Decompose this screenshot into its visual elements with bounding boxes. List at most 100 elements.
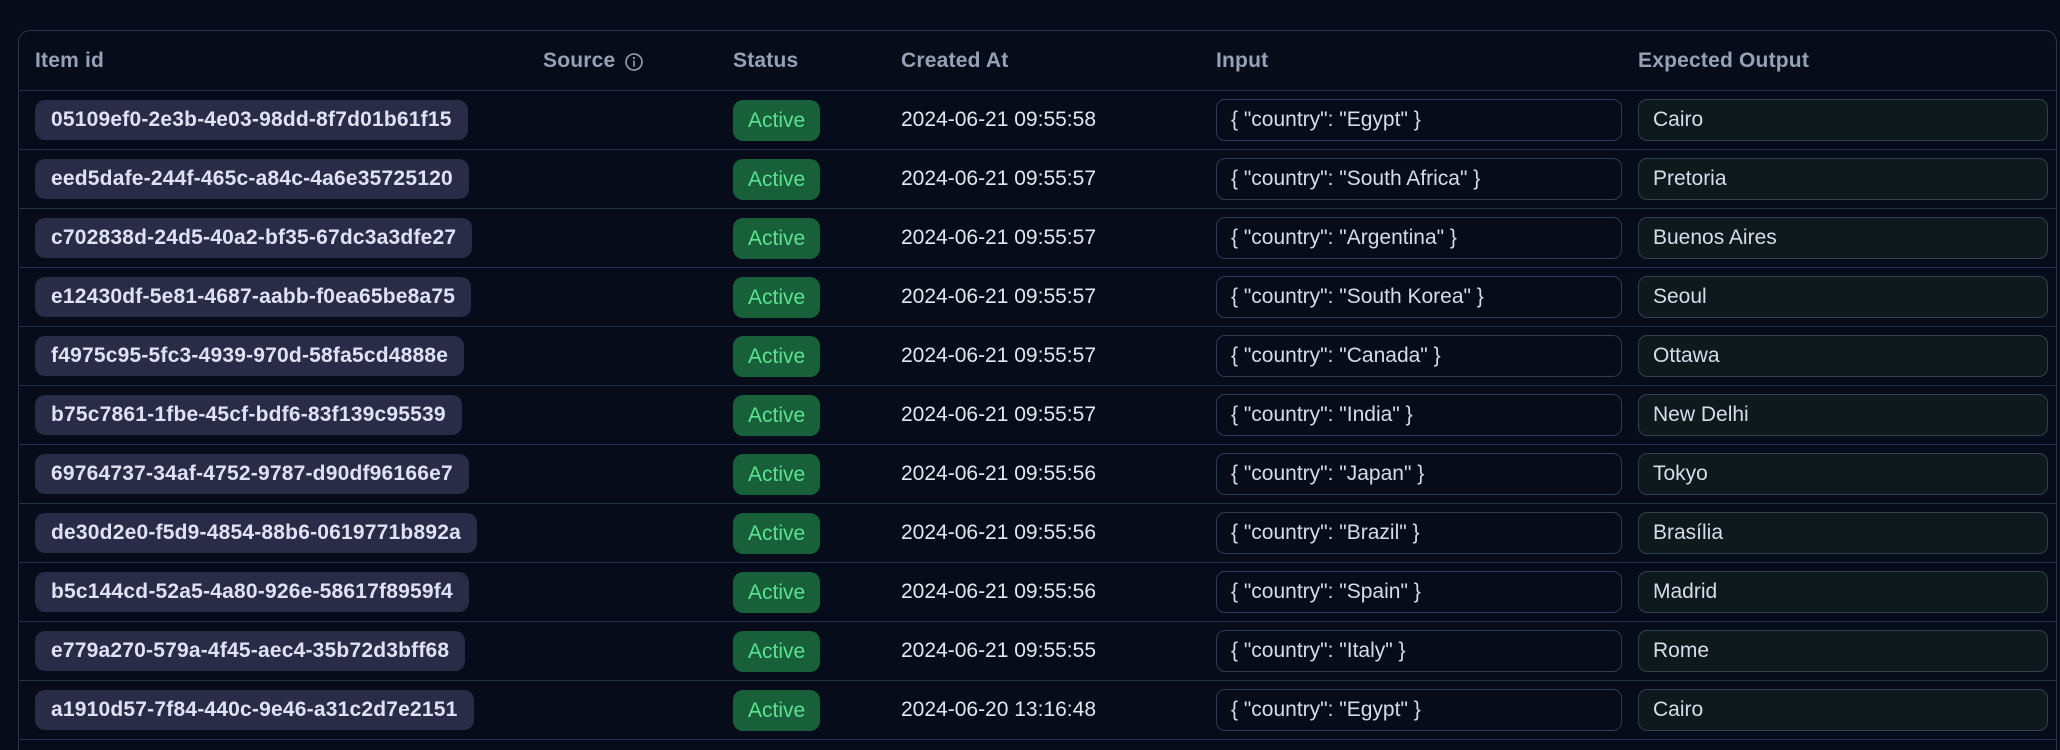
status-badge: Active bbox=[733, 159, 820, 200]
table-row[interactable]: a1910d57-7f84-440c-9e46-a31c2d7e2151 Act… bbox=[19, 680, 2056, 739]
table-row[interactable]: b5c144cd-52a5-4a80-926e-58617f8959f4 Act… bbox=[19, 562, 2056, 621]
input-value-box[interactable]: { "country": "Egypt" } bbox=[1216, 99, 1622, 141]
column-header-label: Expected Output bbox=[1638, 49, 1809, 73]
expected-output-cell: Seoul bbox=[1622, 276, 2056, 318]
column-header-created-at: Created At bbox=[885, 49, 1200, 73]
expected-output-value-box[interactable]: Rome bbox=[1638, 630, 2048, 672]
expected-output-cell: New Delhi bbox=[1622, 394, 2056, 436]
expected-output-value-box[interactable]: Seoul bbox=[1638, 276, 2048, 318]
table-row[interactable]: e779a270-579a-4f45-aec4-35b72d3bff68 Act… bbox=[19, 621, 2056, 680]
item-id-cell: b75c7861-1fbe-45cf-bdf6-83f139c95539 bbox=[19, 395, 527, 435]
expected-output-value-box[interactable]: Tokyo bbox=[1638, 453, 2048, 495]
item-id-pill[interactable]: e12430df-5e81-4687-aabb-f0ea65be8a75 bbox=[35, 277, 471, 317]
created-at-value: 2024-06-20 13:16:48 bbox=[901, 698, 1096, 722]
status-badge: Active bbox=[733, 100, 820, 141]
column-header-item-id: Item id bbox=[19, 49, 527, 73]
created-at-cell: 2024-06-21 09:55:56 bbox=[885, 521, 1200, 545]
created-at-value: 2024-06-21 09:55:58 bbox=[901, 108, 1096, 132]
input-cell: { "country": "Brazil" } bbox=[1200, 512, 1622, 554]
table-row[interactable]: 05109ef0-2e3b-4e03-98dd-8f7d01b61f15 Act… bbox=[19, 90, 2056, 149]
item-id-cell: f4975c95-5fc3-4939-970d-58fa5cd4888e bbox=[19, 336, 527, 376]
input-cell: { "country": "Japan" } bbox=[1200, 453, 1622, 495]
item-id-pill[interactable]: 69764737-34af-4752-9787-d90df96166e7 bbox=[35, 454, 469, 494]
input-value-box[interactable]: { "country": "South Africa" } bbox=[1216, 158, 1622, 200]
column-header-label: Input bbox=[1216, 49, 1268, 73]
input-value-box[interactable]: { "country": "India" } bbox=[1216, 394, 1622, 436]
item-id-pill[interactable]: eed5dafe-244f-465c-a84c-4a6e35725120 bbox=[35, 159, 469, 199]
table-row[interactable]: e12430df-5e81-4687-aabb-f0ea65be8a75 Act… bbox=[19, 267, 2056, 326]
input-value-box[interactable]: { "country": "Egypt" } bbox=[1216, 689, 1622, 731]
column-header-input: Input bbox=[1200, 49, 1622, 73]
status-badge: Active bbox=[733, 513, 820, 554]
item-id-pill[interactable]: e779a270-579a-4f45-aec4-35b72d3bff68 bbox=[35, 631, 465, 671]
expected-output-value-box[interactable]: New Delhi bbox=[1638, 394, 2048, 436]
status-badge: Active bbox=[733, 454, 820, 495]
input-value-box[interactable]: { "country": "Japan" } bbox=[1216, 453, 1622, 495]
table-row[interactable]: b75c7861-1fbe-45cf-bdf6-83f139c95539 Act… bbox=[19, 385, 2056, 444]
item-id-cell: de30d2e0-f5d9-4854-88b6-0619771b892a bbox=[19, 513, 527, 553]
status-cell: Active bbox=[717, 277, 885, 318]
table-body: 05109ef0-2e3b-4e03-98dd-8f7d01b61f15 Act… bbox=[19, 90, 2056, 739]
created-at-cell: 2024-06-21 09:55:55 bbox=[885, 639, 1200, 663]
created-at-cell: 2024-06-21 09:55:57 bbox=[885, 285, 1200, 309]
expected-output-value-box[interactable]: Ottawa bbox=[1638, 335, 2048, 377]
item-id-pill[interactable]: a1910d57-7f84-440c-9e46-a31c2d7e2151 bbox=[35, 690, 474, 730]
column-header-label: Created At bbox=[901, 49, 1008, 73]
status-badge: Active bbox=[733, 572, 820, 613]
item-id-cell: a1910d57-7f84-440c-9e46-a31c2d7e2151 bbox=[19, 690, 527, 730]
item-id-cell: eed5dafe-244f-465c-a84c-4a6e35725120 bbox=[19, 159, 527, 199]
item-id-pill[interactable]: 05109ef0-2e3b-4e03-98dd-8f7d01b61f15 bbox=[35, 100, 468, 140]
table-row[interactable]: 69764737-34af-4752-9787-d90df96166e7 Act… bbox=[19, 444, 2056, 503]
column-header-expected-output: Expected Output bbox=[1622, 49, 2056, 73]
item-id-cell: e12430df-5e81-4687-aabb-f0ea65be8a75 bbox=[19, 277, 527, 317]
status-cell: Active bbox=[717, 100, 885, 141]
expected-output-value-box[interactable]: Cairo bbox=[1638, 689, 2048, 731]
input-cell: { "country": "Canada" } bbox=[1200, 335, 1622, 377]
item-id-pill[interactable]: b5c144cd-52a5-4a80-926e-58617f8959f4 bbox=[35, 572, 469, 612]
table-row[interactable]: eed5dafe-244f-465c-a84c-4a6e35725120 Act… bbox=[19, 149, 2056, 208]
input-value-box[interactable]: { "country": "Spain" } bbox=[1216, 571, 1622, 613]
expected-output-value-box[interactable]: Madrid bbox=[1638, 571, 2048, 613]
expected-output-cell: Brasília bbox=[1622, 512, 2056, 554]
input-value-box[interactable]: { "country": "Brazil" } bbox=[1216, 512, 1622, 554]
table-row[interactable]: c702838d-24d5-40a2-bf35-67dc3a3dfe27 Act… bbox=[19, 208, 2056, 267]
expected-output-cell: Tokyo bbox=[1622, 453, 2056, 495]
item-id-pill[interactable]: de30d2e0-f5d9-4854-88b6-0619771b892a bbox=[35, 513, 477, 553]
expected-output-cell: Pretoria bbox=[1622, 158, 2056, 200]
item-id-cell: 69764737-34af-4752-9787-d90df96166e7 bbox=[19, 454, 527, 494]
expected-output-value-box[interactable]: Pretoria bbox=[1638, 158, 2048, 200]
expected-output-cell: Buenos Aires bbox=[1622, 217, 2056, 259]
input-value-box[interactable]: { "country": "Canada" } bbox=[1216, 335, 1622, 377]
expected-output-value-box[interactable]: Buenos Aires bbox=[1638, 217, 2048, 259]
input-cell: { "country": "Egypt" } bbox=[1200, 689, 1622, 731]
item-id-pill[interactable]: c702838d-24d5-40a2-bf35-67dc3a3dfe27 bbox=[35, 218, 472, 258]
expected-output-cell: Cairo bbox=[1622, 689, 2056, 731]
input-value-box[interactable]: { "country": "South Korea" } bbox=[1216, 276, 1622, 318]
status-cell: Active bbox=[717, 395, 885, 436]
expected-output-cell: Ottawa bbox=[1622, 335, 2056, 377]
status-badge: Active bbox=[733, 395, 820, 436]
created-at-cell: 2024-06-21 09:55:57 bbox=[885, 167, 1200, 191]
status-cell: Active bbox=[717, 572, 885, 613]
item-id-pill[interactable]: f4975c95-5fc3-4939-970d-58fa5cd4888e bbox=[35, 336, 464, 376]
input-value-box[interactable]: { "country": "Italy" } bbox=[1216, 630, 1622, 672]
table-row[interactable]: de30d2e0-f5d9-4854-88b6-0619771b892a Act… bbox=[19, 503, 2056, 562]
input-cell: { "country": "Spain" } bbox=[1200, 571, 1622, 613]
input-cell: { "country": "South Korea" } bbox=[1200, 276, 1622, 318]
created-at-cell: 2024-06-21 09:55:57 bbox=[885, 226, 1200, 250]
item-id-cell: e779a270-579a-4f45-aec4-35b72d3bff68 bbox=[19, 631, 527, 671]
expected-output-value-box[interactable]: Brasília bbox=[1638, 512, 2048, 554]
input-value-box[interactable]: { "country": "Argentina" } bbox=[1216, 217, 1622, 259]
item-id-pill[interactable]: b75c7861-1fbe-45cf-bdf6-83f139c95539 bbox=[35, 395, 462, 435]
created-at-cell: 2024-06-21 09:55:57 bbox=[885, 344, 1200, 368]
created-at-value: 2024-06-21 09:55:56 bbox=[901, 521, 1096, 545]
expected-output-value-box[interactable]: Cairo bbox=[1638, 99, 2048, 141]
status-badge: Active bbox=[733, 336, 820, 377]
status-cell: Active bbox=[717, 690, 885, 731]
created-at-value: 2024-06-21 09:55:56 bbox=[901, 580, 1096, 604]
column-header-label: Source bbox=[543, 49, 615, 73]
table-row[interactable]: f4975c95-5fc3-4939-970d-58fa5cd4888e Act… bbox=[19, 326, 2056, 385]
input-cell: { "country": "Argentina" } bbox=[1200, 217, 1622, 259]
info-circle-icon[interactable] bbox=[624, 52, 644, 72]
status-badge: Active bbox=[733, 277, 820, 318]
